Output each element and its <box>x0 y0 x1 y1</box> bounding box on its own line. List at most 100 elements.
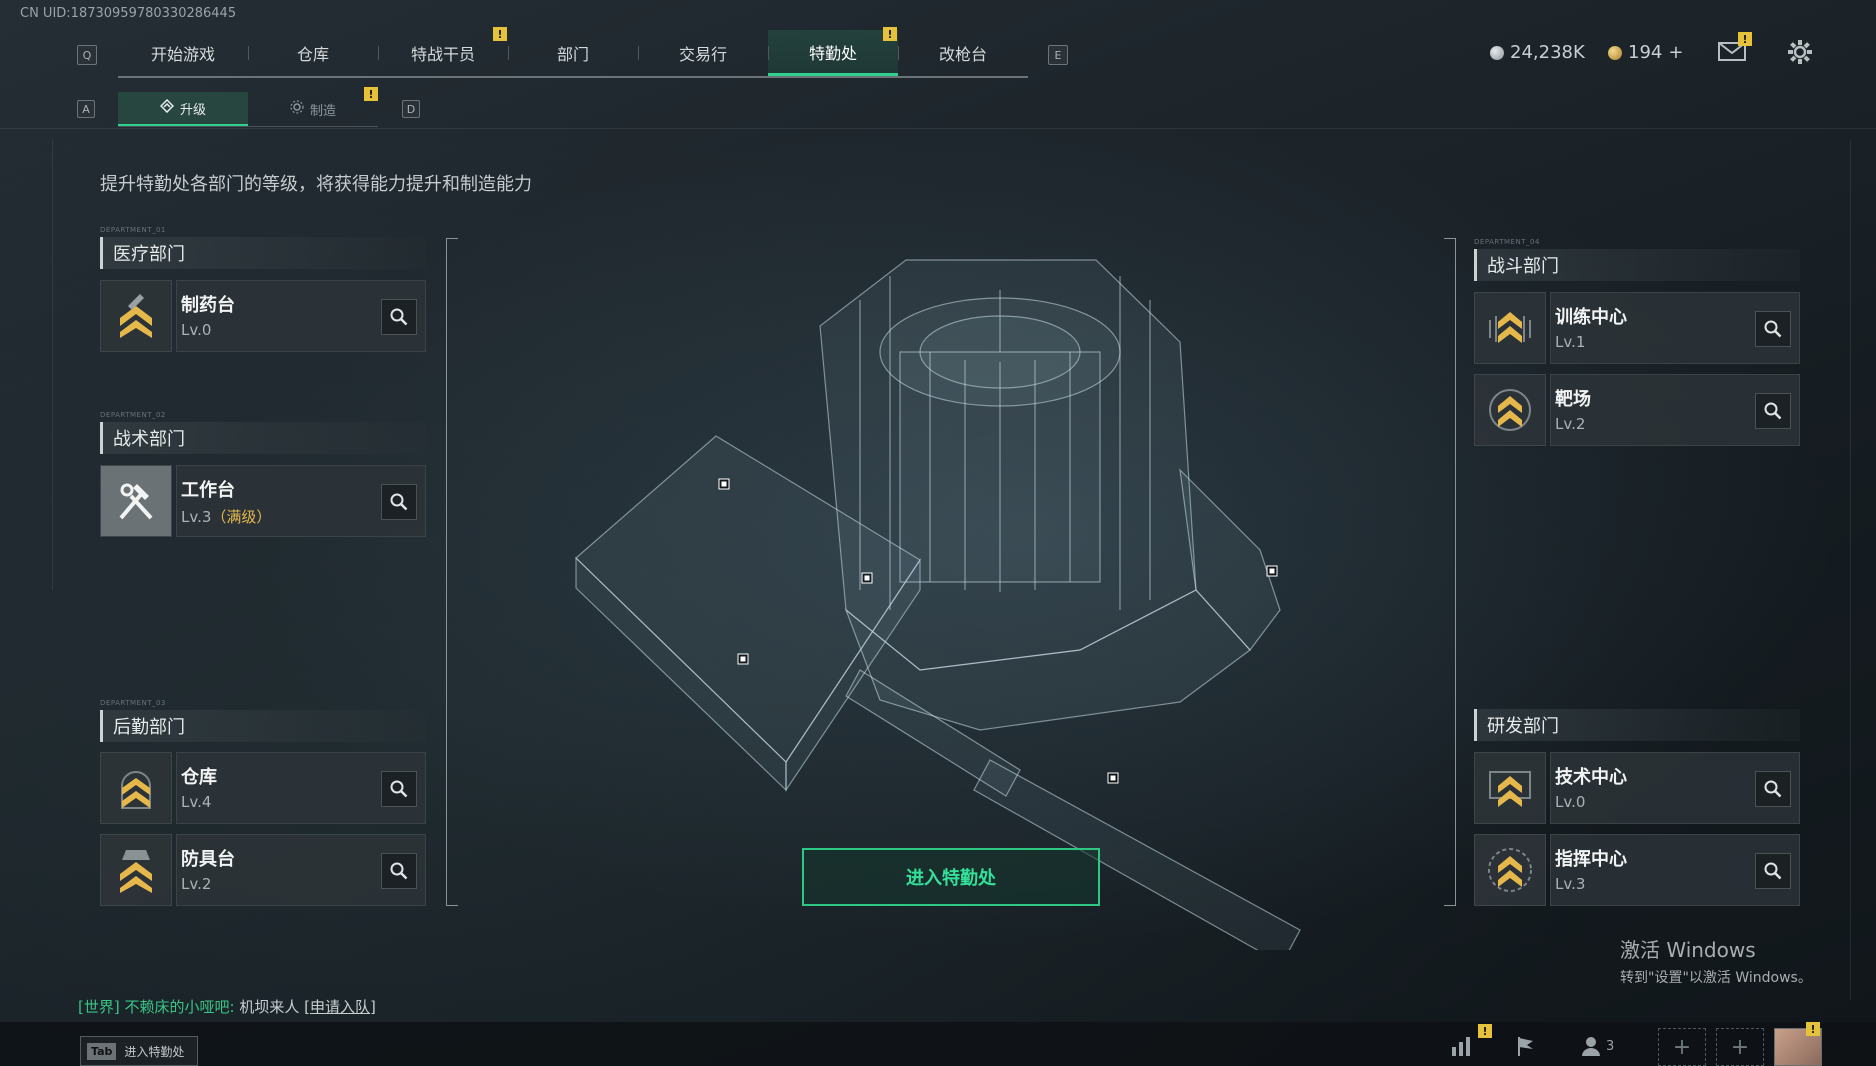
subtab-upgrade[interactable]: 升级 <box>118 92 248 126</box>
grid-line <box>52 140 53 590</box>
command-center-rank-icon <box>1474 834 1546 906</box>
search-icon[interactable] <box>1755 393 1791 429</box>
craft-gear-icon <box>290 100 304 118</box>
grid-line <box>0 128 1876 129</box>
gold-amount: 194 <box>1628 42 1663 63</box>
subtab-craft-label: 制造 <box>309 103 336 119</box>
facility-warehouse[interactable]: 仓库 Lv.4 <box>100 752 426 824</box>
warehouse-rank-icon <box>100 752 172 824</box>
pharmacy-rank-icon <box>100 280 172 352</box>
tab-special-services[interactable]: 特勤处 <box>768 30 898 76</box>
tab-trading[interactable]: 交易行 <box>638 30 768 76</box>
grid-line <box>1850 140 1851 1000</box>
dept-tag: DEPARTMENT_01 <box>100 226 166 234</box>
subtab-next-key[interactable]: D <box>402 100 420 118</box>
tab-key-label: Tab <box>87 1042 117 1060</box>
search-icon[interactable] <box>1755 311 1791 347</box>
dept-title-logistics: 后勤部门 <box>100 710 426 742</box>
facility-info: 工作台 Lv.3（满级） <box>176 465 426 537</box>
tab-shortcut-label: 进入特勤处 <box>124 1044 185 1059</box>
enter-special-services-button[interactable]: 进入特勤处 <box>802 848 1100 906</box>
shooting-range-rank-icon <box>1474 374 1546 446</box>
gold-currency: 194 + <box>1608 42 1683 63</box>
dept-title-research: 研发部门 <box>1474 709 1800 741</box>
facility-info: 靶场 Lv.2 <box>1550 374 1800 446</box>
dept-title-medical: 医疗部门 <box>100 237 426 269</box>
facility-info: 仓库 Lv.4 <box>176 752 426 824</box>
dept-title-tactical: 战术部门 <box>100 422 426 454</box>
special-services-alert-badge: ! <box>883 27 897 41</box>
stats-chart-icon[interactable] <box>1448 1032 1476 1060</box>
search-icon[interactable] <box>1755 771 1791 807</box>
workbench-tools-icon <box>100 465 172 537</box>
subtab-upgrade-label: 升级 <box>179 102 206 118</box>
upgrade-icon <box>159 98 175 117</box>
craft-alert-badge: ! <box>364 87 378 101</box>
facility-tech-center[interactable]: 技术中心 Lv.0 <box>1474 752 1800 824</box>
nav-prev-key[interactable]: Q <box>77 45 97 65</box>
dept-tag: DEPARTMENT_02 <box>100 411 166 419</box>
facility-shooting-range[interactable]: 靶场 Lv.2 <box>1474 374 1800 446</box>
silver-coin-icon <box>1490 45 1504 60</box>
nav-next-key[interactable]: E <box>1048 45 1068 65</box>
left-frame-bracket <box>446 238 458 906</box>
search-icon[interactable] <box>381 299 417 335</box>
facility-armor-bench[interactable]: 防具台 Lv.2 <box>100 834 426 906</box>
flag-icon[interactable] <box>1512 1032 1540 1060</box>
watermark-line2: 转到"设置"以激活 Windows。 <box>1620 970 1812 986</box>
facility-level-value: Lv.3 <box>181 508 212 526</box>
subtab-bar: 升级 制造 <box>118 92 378 127</box>
facility-training-center[interactable]: 训练中心 Lv.1 <box>1474 292 1800 364</box>
chat-sender[interactable]: 不赖床的小哑吧: <box>125 998 235 1016</box>
team-members[interactable]: 3 <box>1580 1032 1630 1060</box>
stats-alert-badge: ! <box>1478 1024 1492 1038</box>
subtab-craft[interactable]: 制造 <box>248 92 378 126</box>
operators-alert-badge: ! <box>493 27 507 41</box>
settings-gear-icon[interactable] <box>1786 38 1814 66</box>
subtab-prev-key[interactable]: A <box>77 100 95 118</box>
tab-shortcut-button[interactable]: Tab 进入特勤处 <box>80 1036 198 1066</box>
team-count: 3 <box>1606 1038 1615 1054</box>
facility-info: 训练中心 Lv.1 <box>1550 292 1800 364</box>
silver-amount: 24,238K <box>1510 42 1585 63</box>
dept-title-combat: 战斗部门 <box>1474 249 1800 281</box>
tab-operators[interactable]: 特战干员 <box>378 30 508 76</box>
add-teammate-slot-1[interactable]: + <box>1658 1028 1706 1066</box>
search-icon[interactable] <box>381 853 417 889</box>
chat-join-team-link[interactable]: [申请入队] <box>304 998 376 1016</box>
facility-pharmacy[interactable]: 制药台 Lv.0 <box>100 280 426 352</box>
max-level-label: （满级） <box>211 508 272 526</box>
facility-info: 技术中心 Lv.0 <box>1550 752 1800 824</box>
tech-center-rank-icon <box>1474 752 1546 824</box>
mail-alert-badge: ! <box>1738 32 1752 46</box>
facility-info: 指挥中心 Lv.3 <box>1550 834 1800 906</box>
tab-department[interactable]: 部门 <box>508 30 638 76</box>
facility-info: 制药台 Lv.0 <box>176 280 426 352</box>
search-icon[interactable] <box>381 484 417 520</box>
dept-tag: DEPARTMENT_04 <box>1474 238 1540 246</box>
building-wireframe <box>575 259 1301 950</box>
player-uid: CN UID:18730959780330286445 <box>20 6 237 21</box>
search-icon[interactable] <box>381 771 417 807</box>
tab-start-game[interactable]: 开始游戏 <box>118 30 248 76</box>
chat-channel: [世界] <box>78 998 120 1016</box>
page-description: 提升特勤处各部门的等级，将获得能力提升和制造能力 <box>100 174 532 195</box>
chat-text: 机坝来人 <box>239 998 300 1016</box>
dept-tag: DEPARTMENT_03 <box>100 699 166 707</box>
add-teammate-slot-2[interactable]: + <box>1716 1028 1764 1066</box>
tab-warehouse[interactable]: 仓库 <box>248 30 378 76</box>
facility-command-center[interactable]: 指挥中心 Lv.3 <box>1474 834 1800 906</box>
search-icon[interactable] <box>1755 853 1791 889</box>
chat-message: [世界] 不赖床的小哑吧: 机坝来人 [申请入队] <box>78 996 376 1017</box>
windows-activation-watermark: 激活 Windows 转到"设置"以激活 Windows。 <box>1620 934 1812 987</box>
gold-coin-icon <box>1608 45 1622 60</box>
team-members-icon <box>1582 1037 1600 1056</box>
tab-gunsmith[interactable]: 改枪台 <box>898 30 1028 76</box>
gold-add-button[interactable]: + <box>1668 42 1683 63</box>
facility-workbench[interactable]: 工作台 Lv.3（满级） <box>100 465 426 537</box>
training-center-rank-icon <box>1474 292 1546 364</box>
avatar-alert-badge: ! <box>1806 1022 1820 1036</box>
silver-currency: 24,238K <box>1490 42 1585 63</box>
facility-info: 防具台 Lv.2 <box>176 834 426 906</box>
watermark-line1: 激活 Windows <box>1620 938 1756 962</box>
